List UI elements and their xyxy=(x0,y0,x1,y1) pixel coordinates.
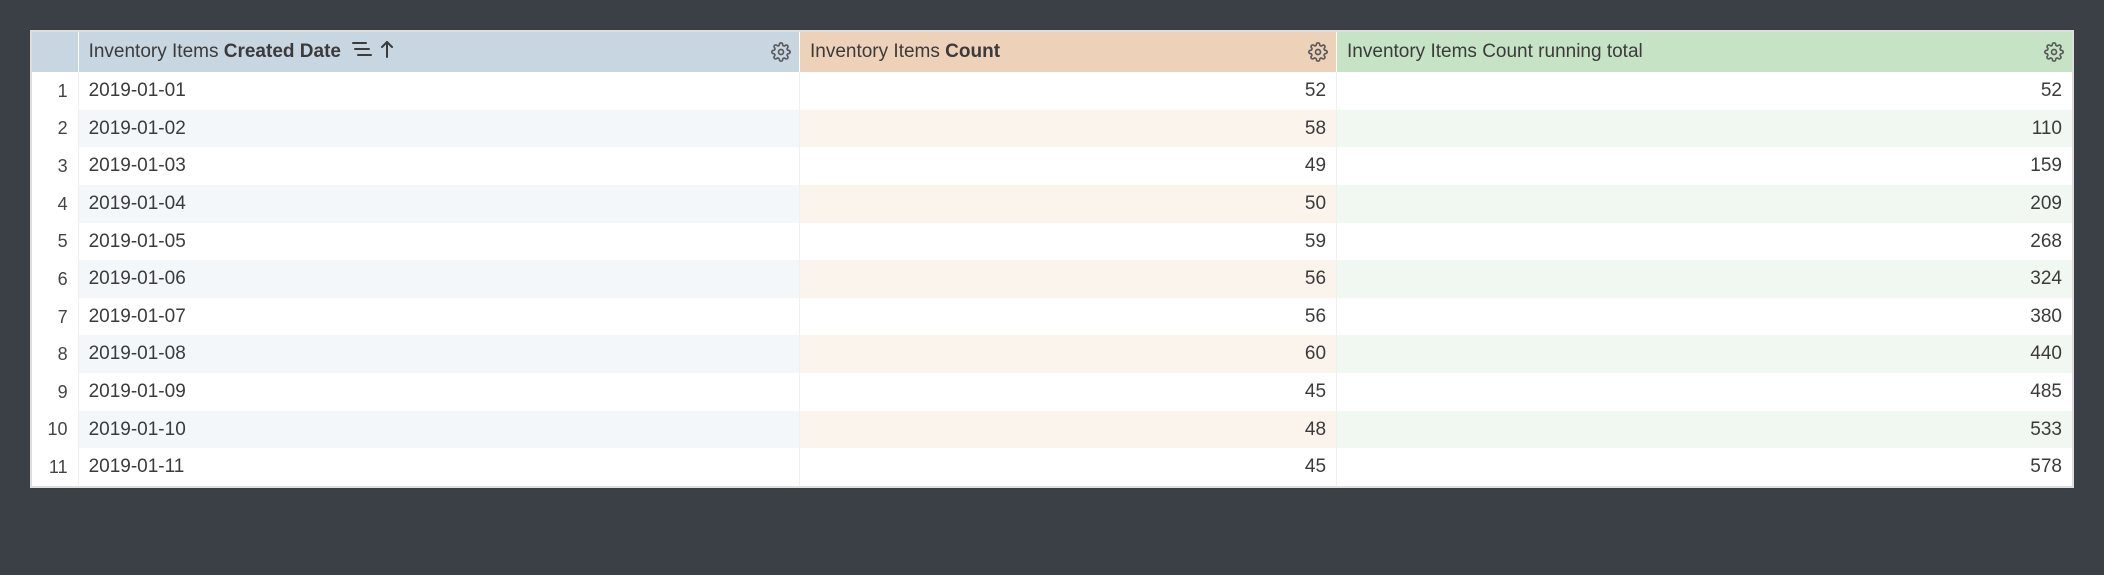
cell-count[interactable]: 45 xyxy=(799,373,1336,411)
cell-created-date[interactable]: 2019-01-04 xyxy=(78,185,799,223)
cell-running-total[interactable]: 159 xyxy=(1337,147,2072,185)
row-number: 7 xyxy=(32,298,78,336)
cell-count[interactable]: 52 xyxy=(799,72,1336,110)
row-number: 10 xyxy=(32,411,78,449)
table-row: 42019-01-0450209 xyxy=(32,185,2072,223)
header-label-bold: Count xyxy=(945,41,1000,62)
header-label-prefix: Inventory Items xyxy=(810,41,945,62)
row-number: 2 xyxy=(32,110,78,148)
header-label: Inventory Items Count running total xyxy=(1347,41,1643,62)
cell-created-date[interactable]: 2019-01-06 xyxy=(78,260,799,298)
cell-count[interactable]: 60 xyxy=(799,335,1336,373)
cell-running-total[interactable]: 209 xyxy=(1337,185,2072,223)
cell-running-total[interactable]: 268 xyxy=(1337,223,2072,261)
table-row: 82019-01-0860440 xyxy=(32,335,2072,373)
data-table: Inventory Items Created Date xyxy=(32,32,2072,486)
cell-running-total[interactable]: 324 xyxy=(1337,260,2072,298)
pivot-icon[interactable] xyxy=(352,41,372,63)
header-rownum xyxy=(32,32,78,72)
header-running-total[interactable]: Inventory Items Count running total xyxy=(1337,32,2072,72)
cell-count[interactable]: 59 xyxy=(799,223,1336,261)
row-number: 9 xyxy=(32,373,78,411)
table-row: 112019-01-1145578 xyxy=(32,448,2072,486)
cell-running-total[interactable]: 440 xyxy=(1337,335,2072,373)
table-row: 52019-01-0559268 xyxy=(32,223,2072,261)
row-number: 5 xyxy=(32,223,78,261)
header-created-date[interactable]: Inventory Items Created Date xyxy=(78,32,799,72)
cell-count[interactable]: 56 xyxy=(799,260,1336,298)
row-number: 6 xyxy=(32,260,78,298)
cell-count[interactable]: 58 xyxy=(799,110,1336,148)
cell-count[interactable]: 49 xyxy=(799,147,1336,185)
cell-created-date[interactable]: 2019-01-10 xyxy=(78,411,799,449)
sort-asc-icon[interactable] xyxy=(380,40,394,64)
cell-created-date[interactable]: 2019-01-09 xyxy=(78,373,799,411)
row-number: 3 xyxy=(32,147,78,185)
table-row: 32019-01-0349159 xyxy=(32,147,2072,185)
cell-running-total[interactable]: 485 xyxy=(1337,373,2072,411)
row-number: 4 xyxy=(32,185,78,223)
cell-running-total[interactable]: 110 xyxy=(1337,110,2072,148)
cell-created-date[interactable]: 2019-01-01 xyxy=(78,72,799,110)
header-count[interactable]: Inventory Items Count xyxy=(799,32,1336,72)
cell-running-total[interactable]: 578 xyxy=(1337,448,2072,486)
header-row: Inventory Items Created Date xyxy=(32,32,2072,72)
table-row: 102019-01-1048533 xyxy=(32,411,2072,449)
cell-running-total[interactable]: 533 xyxy=(1337,411,2072,449)
cell-created-date[interactable]: 2019-01-11 xyxy=(78,448,799,486)
gear-icon[interactable] xyxy=(1308,42,1328,62)
table-row: 12019-01-015252 xyxy=(32,72,2072,110)
cell-created-date[interactable]: 2019-01-02 xyxy=(78,110,799,148)
gear-icon[interactable] xyxy=(771,42,791,62)
header-label-bold: Created Date xyxy=(224,41,341,62)
table-row: 72019-01-0756380 xyxy=(32,298,2072,336)
cell-created-date[interactable]: 2019-01-05 xyxy=(78,223,799,261)
cell-running-total[interactable]: 52 xyxy=(1337,72,2072,110)
row-number: 1 xyxy=(32,72,78,110)
cell-running-total[interactable]: 380 xyxy=(1337,298,2072,336)
cell-count[interactable]: 45 xyxy=(799,448,1336,486)
cell-created-date[interactable]: 2019-01-08 xyxy=(78,335,799,373)
cell-count[interactable]: 50 xyxy=(799,185,1336,223)
cell-count[interactable]: 56 xyxy=(799,298,1336,336)
row-number: 11 xyxy=(32,448,78,486)
cell-created-date[interactable]: 2019-01-03 xyxy=(78,147,799,185)
data-table-panel: Inventory Items Created Date xyxy=(30,30,2074,488)
table-row: 62019-01-0656324 xyxy=(32,260,2072,298)
cell-count[interactable]: 48 xyxy=(799,411,1336,449)
table-row: 92019-01-0945485 xyxy=(32,373,2072,411)
table-row: 22019-01-0258110 xyxy=(32,110,2072,148)
cell-created-date[interactable]: 2019-01-07 xyxy=(78,298,799,336)
row-number: 8 xyxy=(32,335,78,373)
header-label-prefix: Inventory Items xyxy=(89,41,224,62)
gear-icon[interactable] xyxy=(2044,42,2064,62)
